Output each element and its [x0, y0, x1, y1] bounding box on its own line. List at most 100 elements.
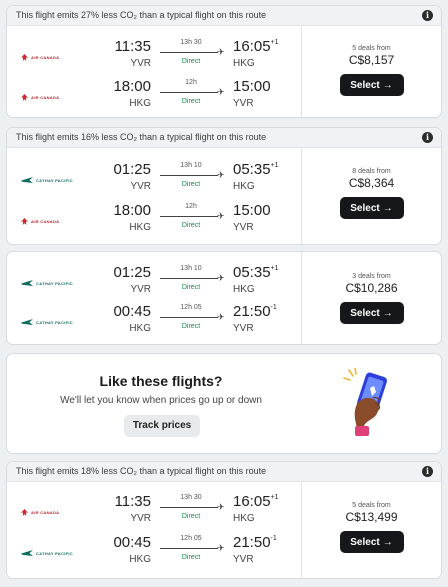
departure-time: 00:45	[113, 303, 151, 320]
arrival-time: 05:35+1	[233, 161, 279, 178]
cathay-wing-icon	[21, 280, 33, 286]
arrival-time: 16:05+1	[233, 38, 279, 55]
select-button[interactable]: Select →	[339, 74, 404, 96]
arrival-time: 21:50-1	[233, 534, 277, 551]
arrival-time-value: 21:50	[233, 534, 271, 551]
outbound-leg: CATHAY PACIFIC 01:25 YVR 13h 10 ✈ Direct…	[7, 161, 301, 205]
info-icon[interactable]: i	[422, 132, 433, 143]
plane-icon: ✈	[217, 543, 225, 553]
arrival-airport: YVR	[233, 554, 254, 565]
price-area: 5 deals from C$8,157 Select →	[302, 26, 441, 117]
stops-label: Direct	[181, 554, 201, 561]
select-button-label: Select	[350, 307, 380, 319]
route-line	[160, 317, 218, 318]
plane-icon: ✈	[217, 273, 225, 283]
select-button[interactable]: Select →	[339, 531, 404, 553]
deals-count: 8 deals from	[352, 168, 391, 175]
airline-name: AIR CANADA	[31, 219, 60, 224]
plane-icon: ✈	[217, 502, 225, 512]
select-button-label: Select	[350, 536, 380, 548]
co2-banner: This flight emits 27% less CO₂ than a ty…	[7, 6, 441, 26]
day-offset: +1	[270, 494, 279, 501]
arrival-airport: YVR	[233, 323, 254, 334]
departure-time: 01:25	[113, 161, 151, 178]
co2-banner: This flight emits 16% less CO₂ than a ty…	[7, 128, 441, 148]
airline-logo: CATHAY PACIFIC	[21, 550, 73, 556]
select-button-label: Select	[350, 202, 380, 214]
flight-duration: 12h	[185, 203, 197, 210]
arrival-airport: HKG	[233, 58, 255, 69]
departure-time: 00:45	[113, 534, 151, 551]
airline-name: CATHAY PACIFIC	[36, 177, 73, 183]
flight-duration: 12h	[185, 79, 197, 86]
arrow-right-icon: →	[382, 307, 393, 319]
arrow-right-icon: →	[382, 536, 393, 548]
departure-airport: YVR	[130, 513, 151, 524]
day-offset: +1	[270, 39, 279, 46]
return-leg: CATHAY PACIFIC 00:45 HKG 12h 05 ✈ Direct…	[7, 534, 301, 578]
airline-logo: CATHAY PACIFIC	[21, 177, 73, 183]
airline-name: CATHAY PACIFIC	[36, 550, 73, 556]
hand-holding-phone-icon	[343, 367, 403, 445]
arrival-time-value: 05:35	[233, 264, 271, 281]
arrow-right-icon: →	[382, 202, 393, 214]
day-offset: +1	[270, 265, 279, 272]
route-line	[160, 548, 218, 549]
departure-airport: YVR	[130, 58, 151, 69]
track-prices-button[interactable]: Track prices	[124, 415, 200, 437]
info-icon[interactable]: i	[422, 466, 433, 477]
price: C$13,499	[345, 510, 398, 524]
stops-label: Direct	[181, 513, 201, 520]
co2-banner-text: This flight emits 27% less CO₂ than a ty…	[16, 10, 267, 20]
departure-airport: HKG	[129, 554, 151, 565]
airline-logo: AIR CANADA	[21, 218, 59, 225]
select-button[interactable]: Select →	[339, 302, 404, 324]
promo-subtitle: We'll let you know when prices go up or …	[60, 395, 262, 406]
airline-name: AIR CANADA	[31, 55, 60, 60]
arrival-time-value: 21:50	[233, 303, 271, 320]
return-leg: CATHAY PACIFIC 00:45 HKG 12h 05 ✈ Direct…	[7, 303, 301, 344]
price-area: 3 deals from C$10,286 Select →	[302, 252, 441, 344]
cathay-wing-icon	[21, 550, 33, 556]
route-line	[160, 175, 218, 176]
airline-logo: CATHAY PACIFIC	[21, 280, 73, 286]
departure-time: 11:35	[114, 493, 151, 510]
price-alert-promo: Like these flights? We'll let you know w…	[6, 353, 442, 454]
plane-icon: ✈	[217, 170, 225, 180]
air-canada-leaf-icon	[21, 94, 28, 101]
info-icon[interactable]: i	[422, 10, 433, 21]
departure-airport: HKG	[129, 323, 151, 334]
select-button[interactable]: Select →	[339, 197, 404, 219]
result-card[interactable]: This flight emits 27% less CO₂ than a ty…	[6, 5, 442, 118]
cathay-wing-icon	[21, 319, 33, 325]
stops-label: Direct	[181, 284, 201, 291]
departure-airport: HKG	[129, 222, 151, 233]
stops-label: Direct	[181, 181, 201, 188]
deals-count: 5 deals from	[352, 502, 391, 509]
result-card[interactable]: This flight emits 18% less CO₂ than a ty…	[6, 461, 442, 579]
flight-duration: 12h 05	[180, 535, 202, 542]
result-card[interactable]: CATHAY PACIFIC 01:25 YVR 13h 10 ✈ Direct…	[6, 251, 442, 345]
return-leg: AIR CANADA 18:00 HKG 12h ✈ Direct 15:00 …	[7, 202, 301, 244]
air-canada-leaf-icon	[21, 218, 28, 225]
airline-name: AIR CANADA	[31, 510, 60, 515]
result-card[interactable]: This flight emits 16% less CO₂ than a ty…	[6, 127, 442, 245]
outbound-leg: CATHAY PACIFIC 01:25 YVR 13h 10 ✈ Direct…	[7, 264, 301, 308]
price-area: 5 deals from C$13,499 Select →	[302, 482, 441, 578]
route-line	[160, 216, 218, 217]
airline-name: CATHAY PACIFIC	[36, 319, 73, 325]
departure-time: 11:35	[114, 38, 151, 55]
arrival-airport: HKG	[233, 513, 255, 524]
route-line	[160, 52, 218, 53]
arrival-time: 05:35+1	[233, 264, 279, 281]
stops-label: Direct	[181, 58, 201, 65]
arrival-time: 15:00	[233, 202, 271, 219]
co2-banner-text: This flight emits 18% less CO₂ than a ty…	[16, 466, 267, 476]
arrival-airport: HKG	[233, 181, 255, 192]
plane-icon: ✈	[217, 211, 225, 221]
airline-logo: AIR CANADA	[21, 54, 59, 61]
arrival-time: 21:50-1	[233, 303, 277, 320]
outbound-leg: AIR CANADA 11:35 YVR 13h 30 ✈ Direct 16:…	[7, 38, 301, 82]
arrival-time-value: 16:05	[233, 38, 271, 55]
plane-icon: ✈	[217, 47, 225, 57]
